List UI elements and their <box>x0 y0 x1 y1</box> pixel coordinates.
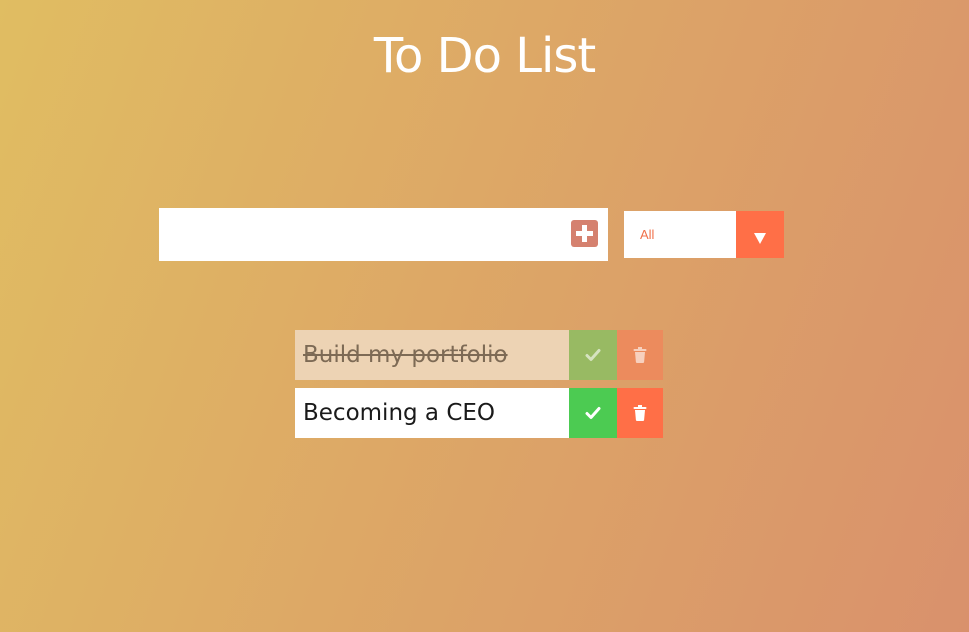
plus-icon <box>576 225 593 242</box>
add-todo-button[interactable] <box>571 220 598 247</box>
todo-form <box>159 208 608 261</box>
delete-button[interactable] <box>617 388 663 438</box>
check-icon <box>585 407 601 419</box>
filter-select[interactable]: All <box>624 211 784 258</box>
todo-item: Becoming a CEO <box>295 388 663 438</box>
filter-dropdown-button[interactable] <box>736 211 784 258</box>
todo-list: Build my portfolio Becoming a CEO <box>295 330 663 446</box>
filter-selected-value: All <box>640 227 655 242</box>
triangle-down-icon <box>754 233 766 244</box>
delete-button[interactable] <box>617 330 663 380</box>
complete-button[interactable] <box>569 388 617 438</box>
todo-text-box: Build my portfolio <box>295 330 569 380</box>
page-title: To Do List <box>373 28 596 84</box>
trash-icon <box>633 405 647 421</box>
todo-item: Build my portfolio <box>295 330 663 380</box>
complete-button[interactable] <box>569 330 617 380</box>
todo-text-box: Becoming a CEO <box>295 388 569 438</box>
check-icon <box>585 349 601 361</box>
todo-input[interactable] <box>159 208 559 261</box>
todo-text: Becoming a CEO <box>303 400 496 426</box>
trash-icon <box>633 347 647 363</box>
todo-text: Build my portfolio <box>303 342 508 368</box>
